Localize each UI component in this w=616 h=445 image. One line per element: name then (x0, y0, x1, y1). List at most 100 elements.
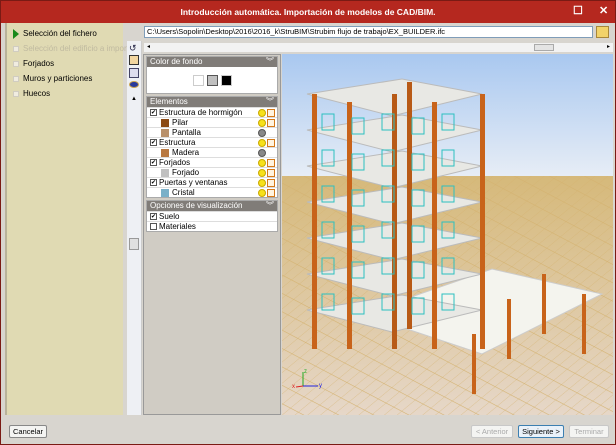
rotate-icon[interactable]: ↺ (129, 43, 137, 54)
element-checkbox[interactable]: ✔ (150, 109, 157, 116)
visibility-bulb-icon[interactable] (258, 169, 266, 177)
section-title: Opciones de visualización (150, 201, 243, 210)
column (542, 274, 546, 334)
maximize-icon[interactable]: ☐ (573, 5, 583, 18)
element-row: Madera (147, 147, 277, 157)
element-row: Pilar (147, 117, 277, 127)
step-icon (13, 91, 19, 97)
visibility-bulb-icon[interactable] (258, 129, 266, 137)
section-title: Color de fondo (150, 57, 203, 66)
axis-y-label: y (319, 383, 322, 389)
wizard-step[interactable]: Selección del edificio a importar (13, 42, 136, 56)
background-color-swatch[interactable] (220, 74, 232, 86)
option-row: ✔ Suelo (147, 211, 277, 221)
visibility-bulb-icon[interactable] (258, 189, 266, 197)
scroll-right-icon[interactable]: ▸ (607, 43, 610, 50)
element-label: Pantalla (172, 127, 201, 137)
visibility-bulb-icon[interactable] (258, 139, 266, 147)
zoom-extents-icon[interactable] (129, 68, 139, 78)
option-label: Suelo (159, 211, 180, 221)
material-color-swatch[interactable] (161, 128, 169, 137)
scroll-left-icon[interactable]: ◂ (147, 43, 150, 50)
option-row: Materiales (147, 221, 277, 231)
file-path-input[interactable]: C:\Users\Sopolin\Desktop\2016\2016_k\Str… (144, 26, 593, 38)
scroll-thumb[interactable] (534, 44, 554, 51)
transparency-cube-icon[interactable] (267, 159, 275, 167)
element-label: Madera (172, 147, 200, 157)
element-label: Estructura (159, 137, 196, 147)
step-icon (13, 46, 19, 52)
wizard-step[interactable]: Huecos (13, 87, 50, 101)
properties-panel: Color de fondo ︾ Elementos ︾ ✔ Estructura d… (143, 54, 281, 415)
column (582, 294, 586, 354)
visibility-bulb-icon[interactable] (258, 109, 266, 117)
element-label: Forjado (172, 167, 200, 177)
transparency-cube-icon[interactable] (267, 179, 275, 187)
view-options-section: Opciones de visualización ︾ ✔ Suelo Materia… (146, 200, 278, 232)
step-label: Selección del fichero (23, 29, 97, 38)
visibility-bulb-icon[interactable] (258, 159, 266, 167)
wizard-step[interactable]: Muros y particiones (13, 72, 92, 86)
wizard-footer: Cancelar < Anterior Siguiente > Terminar (1, 419, 615, 445)
step-label: Muros y particiones (23, 74, 93, 83)
transparency-cube-icon[interactable] (267, 109, 275, 117)
visibility-bulb-icon[interactable] (258, 149, 266, 157)
option-checkbox[interactable]: ✔ (150, 213, 157, 220)
visibility-eye-icon[interactable] (129, 81, 139, 88)
3d-viewer[interactable]: z y x (282, 54, 613, 415)
transparency-cube-icon[interactable] (267, 189, 275, 197)
step-label: Huecos (23, 89, 51, 98)
element-label: Puertas y ventanas (159, 177, 228, 187)
collapse-icon[interactable]: ︾ (266, 201, 274, 211)
title-bar: Introducción automática. Importación de … (1, 1, 615, 23)
collapse-icon[interactable]: ︾ (266, 97, 274, 107)
element-checkbox[interactable]: ✔ (150, 139, 157, 146)
view-toolbar: ↺ ▲ (127, 41, 142, 415)
cancel-button[interactable]: Cancelar (9, 425, 47, 438)
element-label: Estructura de hormigón (159, 107, 243, 117)
material-color-swatch[interactable] (161, 188, 169, 197)
wizard-step[interactable]: Forjados (13, 57, 54, 71)
element-row: ✔ Puertas y ventanas (147, 177, 277, 187)
elements-section: Elementos ︾ ✔ Estructura de hormigón Pilar P… (146, 96, 278, 198)
element-row: ✔ Estructura de hormigón (147, 107, 277, 117)
column (312, 94, 317, 349)
window-title: Introducción automática. Importación de … (180, 7, 436, 17)
next-button[interactable]: Siguiente > (518, 425, 564, 438)
background-color-section: Color de fondo ︾ (146, 56, 278, 94)
close-icon[interactable]: ✕ (599, 5, 608, 18)
back-button[interactable]: < Anterior (471, 425, 513, 438)
background-color-swatch[interactable] (192, 74, 204, 86)
background-color-swatch[interactable] (206, 74, 218, 86)
wizard-steps: Selección del fichero Selección del edifi… (5, 23, 136, 415)
transparency-cube-icon[interactable] (267, 139, 275, 147)
column (480, 94, 485, 349)
column (507, 299, 511, 359)
element-checkbox[interactable]: ✔ (150, 179, 157, 186)
collapse-icon[interactable]: ︾ (266, 57, 274, 67)
scroll-up-icon[interactable]: ▲ (131, 96, 137, 102)
cube-view-icon[interactable] (129, 55, 139, 65)
visibility-bulb-icon[interactable] (258, 119, 266, 127)
step-icon (13, 76, 19, 82)
material-color-swatch[interactable] (161, 148, 169, 157)
step-label: Selección del edificio a importar (23, 44, 136, 53)
axis-z-label: z (304, 369, 307, 375)
open-folder-icon[interactable] (596, 26, 609, 38)
wizard-step[interactable]: Selección del fichero (13, 27, 97, 41)
finish-button[interactable]: Terminar (569, 425, 609, 438)
horizontal-scrollbar[interactable]: ◂ ▸ (144, 43, 613, 52)
option-checkbox[interactable] (150, 223, 157, 230)
step-label: Forjados (23, 59, 55, 68)
step-icon (13, 61, 19, 67)
column (432, 102, 437, 349)
vertical-scroll-thumb[interactable] (129, 238, 139, 250)
column (347, 102, 352, 349)
element-checkbox[interactable]: ✔ (150, 159, 157, 166)
element-row: Pantalla (147, 127, 277, 137)
transparency-cube-icon[interactable] (267, 119, 275, 127)
visibility-bulb-icon[interactable] (258, 179, 266, 187)
material-color-swatch[interactable] (161, 168, 169, 177)
transparency-cube-icon[interactable] (267, 169, 275, 177)
material-color-swatch[interactable] (161, 118, 169, 127)
